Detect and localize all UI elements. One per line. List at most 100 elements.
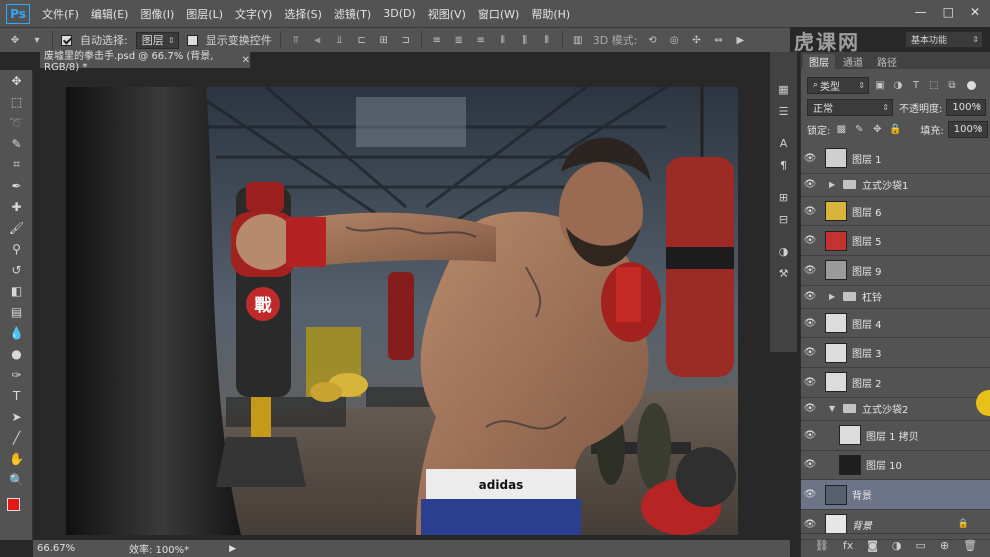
eraser-tool-icon[interactable]: ◧ [0,280,33,301]
adjustments-panel-icon[interactable]: ◑ [770,240,797,262]
fx-icon[interactable]: fx [843,539,853,552]
visibility-eye-icon[interactable]: 👁 [801,489,819,500]
filter-pixel-icon[interactable]: ▣ [873,78,887,92]
align-vcenter-icon[interactable]: ⫷ [311,33,325,47]
tool-presets-icon[interactable]: ⚒ [770,262,797,284]
3d-rotate-icon[interactable]: ⟲ [645,33,659,47]
layer-thumbnail[interactable] [839,454,861,475]
menu-image[interactable]: 图像(I) [140,6,174,22]
blur-tool-icon[interactable]: 💧 [0,322,33,343]
visibility-eye-icon[interactable]: 👁 [801,318,819,329]
layer-group-row[interactable]: 👁 ▶ 杠铃 [801,286,990,309]
visibility-eye-icon[interactable]: 👁 [801,347,819,358]
filter-shape-icon[interactable]: ⬚ [927,78,941,92]
eyedropper-tool-icon[interactable]: ✒ [0,175,33,196]
tab-channels[interactable]: 通道 [837,54,869,69]
layer-row[interactable]: 👁 图层 5 [801,226,990,257]
close-tab-icon[interactable]: ✕ [242,55,250,66]
quick-select-tool-icon[interactable]: ✎ [0,133,33,154]
distribute-hcenter-icon[interactable]: ⫼ [518,33,532,47]
path-select-tool-icon[interactable]: ➤ [0,406,33,427]
workspace-switcher[interactable]: 基本功能 [905,31,983,48]
minimize-button[interactable]: — [915,5,927,19]
filter-type-icon[interactable]: T [909,78,923,92]
visibility-eye-icon[interactable]: 👁 [801,403,819,414]
layer-row[interactable]: 👁 图层 9 [801,256,990,286]
smart-object-thumbnail[interactable] [825,372,847,393]
layer-thumbnail[interactable] [825,260,847,281]
menu-window[interactable]: 窗口(W) [478,6,519,22]
layer-row[interactable]: 👁 图层 1 [801,144,990,174]
smart-object-thumbnail[interactable] [839,425,861,446]
new-layer-icon[interactable]: ⊕ [940,539,949,552]
3d-scale-icon[interactable]: ▶ [733,33,747,47]
adjustment-icon[interactable]: ◑ [892,539,902,552]
folder-icon[interactable]: ▭ [916,539,926,552]
layer-row[interactable]: 👁 图层 2 [801,368,990,398]
layer-row[interactable]: 👁 背景 [801,480,990,510]
align-bottom-icon[interactable]: ⫫ [333,33,347,47]
foreground-color-swatch[interactable] [7,498,20,511]
align-left-icon[interactable]: ⊏ [355,33,369,47]
visibility-eye-icon[interactable]: 👁 [801,153,819,164]
distribute-left-icon[interactable]: ⫴ [496,33,510,47]
status-menu-arrow-icon[interactable]: ▶ [229,544,236,554]
group-expand-icon[interactable]: ▼ [829,404,839,413]
3d-roll-icon[interactable]: ◎ [667,33,681,47]
maximize-button[interactable]: □ [943,5,954,19]
properties-panel-icon[interactable]: ☰ [770,100,797,122]
group-expand-icon[interactable]: ▶ [829,292,839,301]
visibility-eye-icon[interactable]: 👁 [801,235,819,246]
link-icon[interactable]: ⛓ [815,539,829,552]
layer-thumbnail[interactable] [825,230,847,251]
paragraph-panel-icon[interactable]: ¶ [770,154,797,176]
tab-layers[interactable]: 图层 [803,54,835,69]
mask-icon[interactable]: ◙ [867,539,878,552]
history-panel-icon[interactable]: ▦ [770,78,797,100]
layer-row[interactable]: 👁 图层 10 [801,451,990,481]
visibility-eye-icon[interactable]: 👁 [801,377,819,388]
opacity-input[interactable]: 100% [946,98,987,116]
align-top-icon[interactable]: ⫪ [289,33,303,47]
document-tab[interactable]: 废墟里的拳击手.psd @ 66.7% (背景, RGB/8) * ✕ [40,51,250,73]
layer-row[interactable]: 👁 图层 3 [801,338,990,369]
trash-icon[interactable]: 🗑 [963,539,977,552]
menu-filter[interactable]: 滤镜(T) [334,6,371,22]
menu-type[interactable]: 文字(Y) [235,6,272,22]
workspace-dropdown[interactable]: 基本功能 [905,31,983,48]
auto-select-dropdown[interactable]: 图层 [135,31,179,49]
swatches-panel-icon[interactable]: ⊞ [770,186,797,208]
layer-thumbnail[interactable] [825,514,847,535]
layer-thumbnail[interactable] [825,484,847,505]
distribute-vcenter-icon[interactable]: ≣ [452,33,466,47]
layer-group-row[interactable]: 👁 ▶ 立式沙袋1 [801,174,990,197]
tab-paths[interactable]: 路径 [871,54,903,69]
filter-toggle-icon[interactable] [967,80,976,90]
move-tool-icon[interactable]: ✥ [0,70,33,91]
pen-tool-icon[interactable]: ✑ [0,364,33,385]
visibility-eye-icon[interactable]: 👁 [801,430,819,441]
filter-kind-dropdown[interactable]: ⌕ 类型 [807,76,869,94]
lock-position-icon[interactable]: ✥ [870,122,884,136]
lock-transparency-icon[interactable]: ▩ [834,122,848,136]
layer-group-row[interactable]: 👁 ▼ 立式沙袋2 [801,398,990,421]
filter-smart-icon[interactable]: ⧉ [945,78,959,92]
visibility-eye-icon[interactable]: 👁 [801,459,819,470]
menu-edit[interactable]: 编辑(E) [91,6,129,22]
clone-stamp-tool-icon[interactable]: ⚲ [0,238,33,259]
zoom-tool-icon[interactable]: 🔍 [0,469,33,490]
history-brush-tool-icon[interactable]: ↺ [0,259,33,280]
lasso-tool-icon[interactable]: ➰ [0,112,33,133]
auto-select-checkbox[interactable] [61,34,72,46]
group-expand-icon[interactable]: ▶ [829,180,839,189]
type-tool-icon[interactable]: T [0,385,33,406]
visibility-eye-icon[interactable]: 👁 [801,265,819,276]
3d-slide-icon[interactable]: ⇔ [711,33,725,47]
visibility-eye-icon[interactable]: 👁 [801,179,819,190]
visibility-eye-icon[interactable]: 👁 [801,519,819,530]
lock-pixels-icon[interactable]: ✎ [852,122,866,136]
smart-object-thumbnail[interactable] [825,342,847,363]
menu-3d[interactable]: 3D(D) [383,7,416,20]
layer-row[interactable]: 👁 图层 4 [801,309,990,339]
close-button[interactable]: ✕ [970,5,980,19]
